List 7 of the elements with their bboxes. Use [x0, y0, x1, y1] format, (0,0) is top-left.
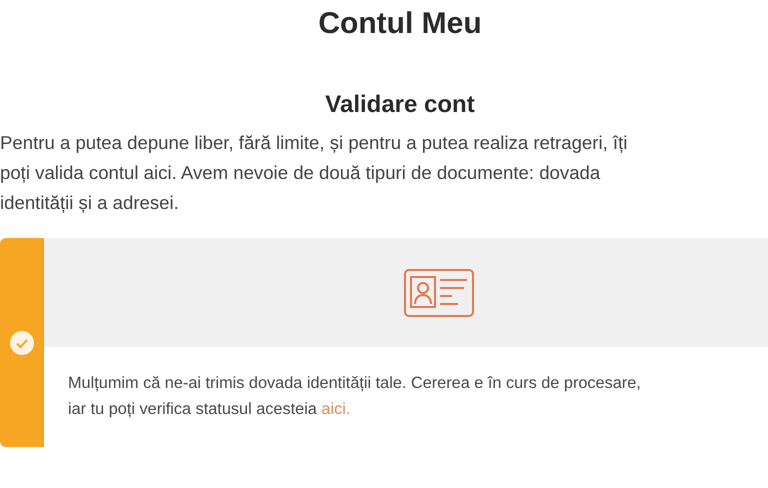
intro-paragraph: Pentru a putea depune liber, fără limite, și pentru a putea realiza retrageri, îți poți valida contul aici. Avem nevoie de două tipuri de documente: dovada identității și a adresei. — [0, 131, 628, 215]
page-title: Contul Meu — [318, 6, 482, 42]
check-icon — [10, 331, 34, 355]
section-title: Validare cont — [325, 90, 475, 120]
id-card-icon — [403, 268, 475, 318]
confirmation-message: Mulțumim că ne-ai trimis dovada identității tale. Cererea e în curs de procesare, iar tu poți verifica statusul acesteia aici. — [68, 373, 641, 420]
status-link[interactable]: aici. — [321, 400, 350, 418]
